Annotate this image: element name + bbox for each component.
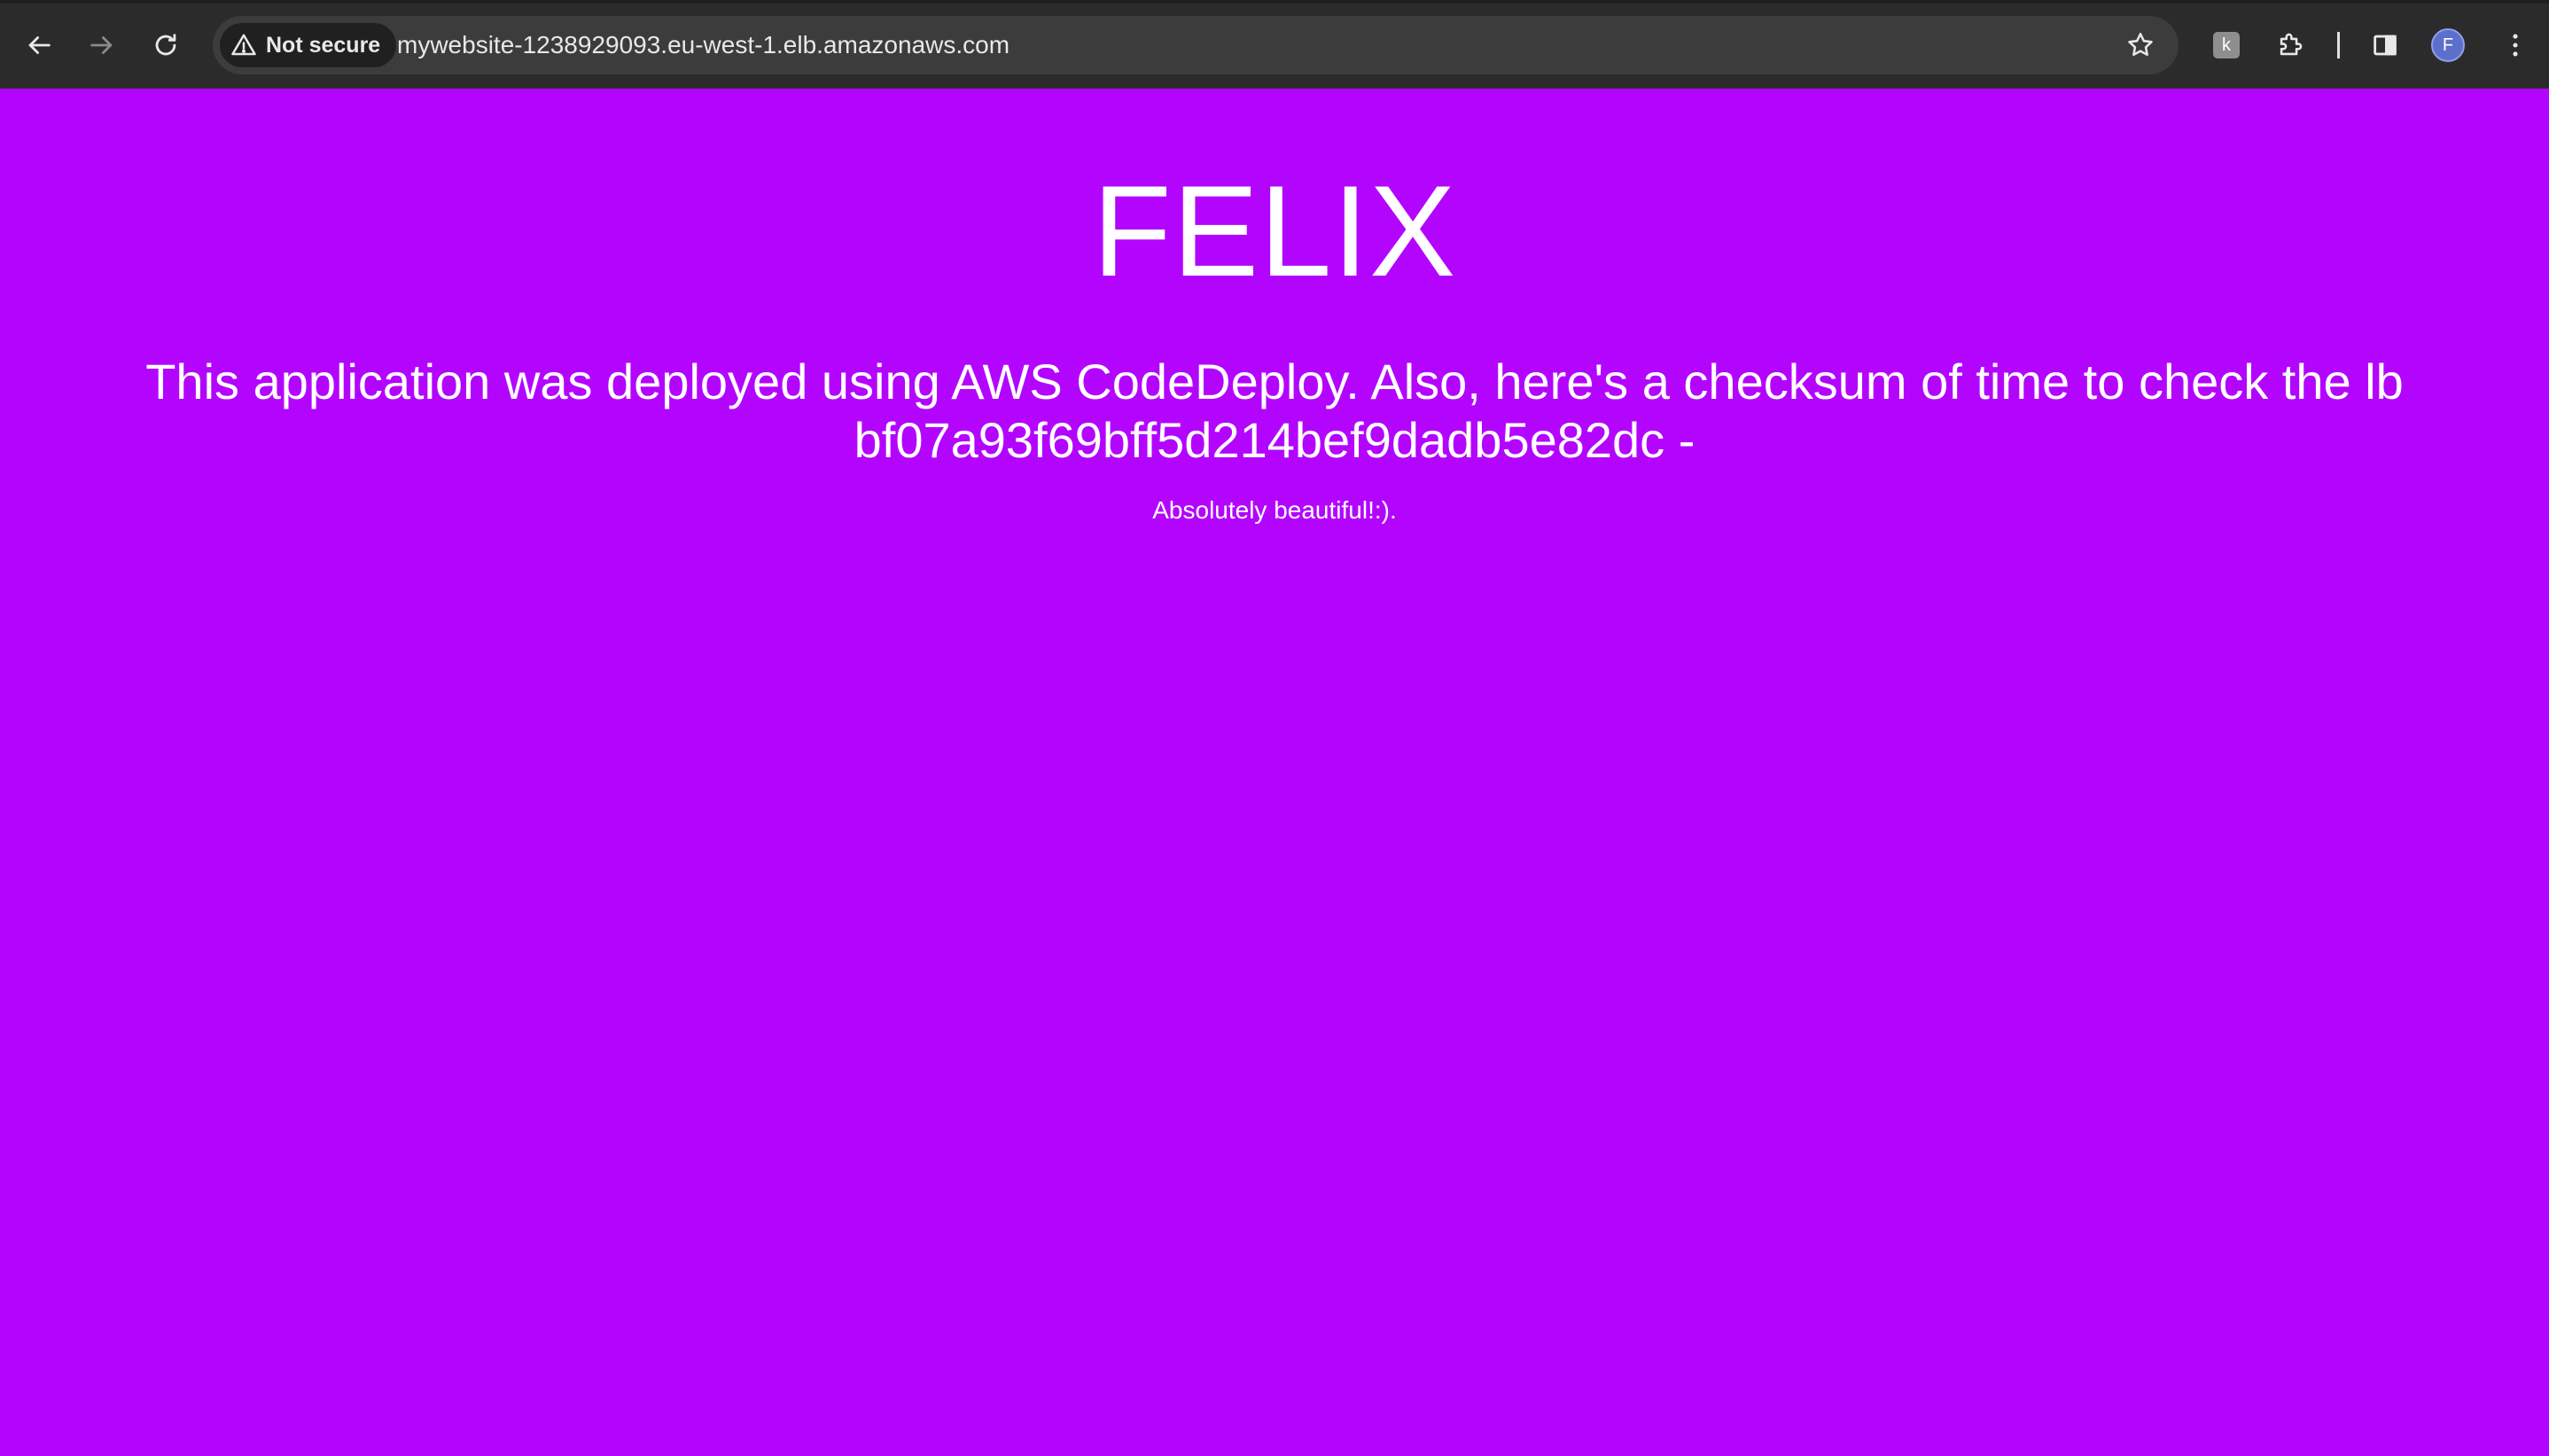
extension-button[interactable]: k — [2204, 23, 2249, 67]
back-button[interactable] — [17, 23, 61, 67]
tab-strip — [0, 0, 2549, 4]
kebab-menu-icon — [2513, 34, 2518, 57]
checksum-text: bf07a93f69bff5d214bef9dadb5e82dc - — [854, 412, 1695, 468]
forward-arrow-icon — [90, 36, 113, 54]
side-panel-icon — [2374, 35, 2397, 56]
warning-icon — [231, 34, 256, 56]
toolbar-divider — [2337, 32, 2340, 58]
bookmark-button[interactable] — [2118, 23, 2163, 67]
deployment-message: This application was deployed using AWS … — [0, 353, 2549, 470]
star-icon — [2128, 32, 2153, 57]
avatar: F — [2431, 28, 2465, 62]
reload-icon — [155, 34, 176, 56]
profile-button[interactable]: F — [2426, 23, 2470, 67]
browser-menu-button[interactable] — [2493, 23, 2537, 67]
reload-button[interactable] — [144, 23, 188, 67]
side-panel-button[interactable] — [2363, 23, 2407, 67]
deployment-message-line-1: This application was deployed using AWS … — [145, 354, 2404, 409]
browser-toolbar: Not secure mywebsite-1238929093.eu-west-… — [0, 0, 2549, 89]
sub-message: Absolutely beautiful!:). — [1152, 496, 1397, 524]
puzzle-icon — [2280, 33, 2303, 56]
extensions-menu-button[interactable] — [2268, 23, 2312, 67]
page-title: FELIX — [1092, 159, 1457, 303]
back-arrow-icon — [28, 36, 51, 54]
url-text[interactable]: mywebsite-1238929093.eu-west-1.elb.amazo… — [397, 16, 1009, 74]
extension-icon: k — [2213, 32, 2240, 58]
address-bar[interactable]: Not secure mywebsite-1238929093.eu-west-… — [213, 16, 2179, 74]
security-label: Not secure — [266, 32, 381, 58]
web-page: FELIX This application was deployed usin… — [0, 89, 2549, 1456]
forward-button[interactable] — [80, 23, 124, 67]
security-indicator[interactable]: Not secure — [220, 23, 397, 67]
